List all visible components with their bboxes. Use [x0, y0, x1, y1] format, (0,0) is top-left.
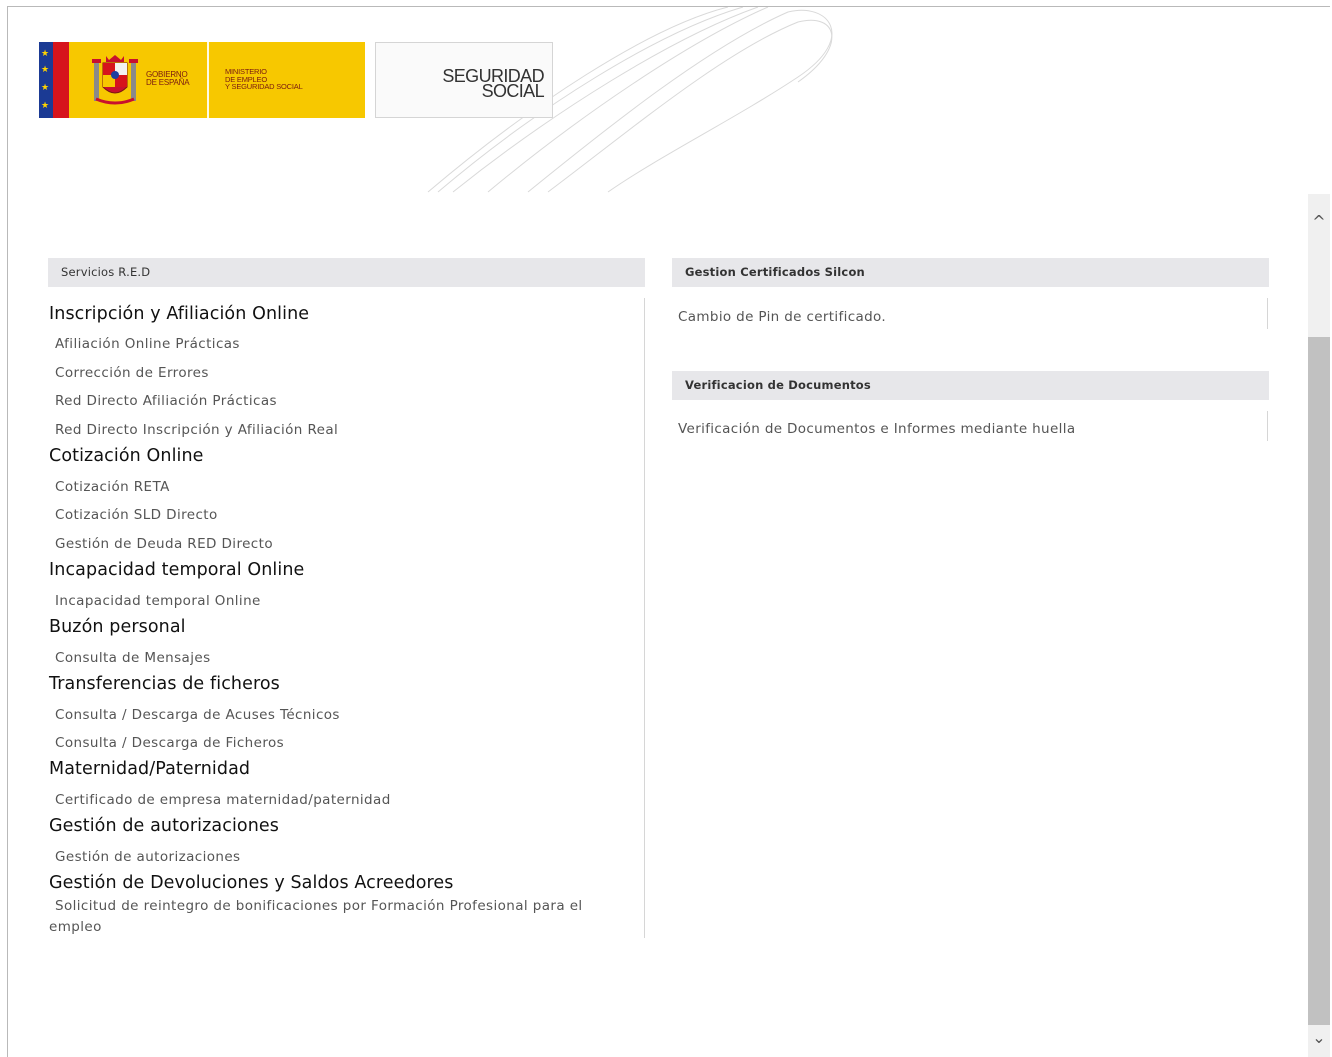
group-title-incapacidad: Incapacidad temporal Online	[49, 560, 305, 580]
scrollbar-thumb[interactable]	[1308, 337, 1330, 1025]
link-acuses-tecnicos[interactable]: Consulta / Descarga de Acuses Técnicos	[55, 707, 340, 723]
star-icon: ★	[41, 83, 50, 93]
gobierno-line2: DE ESPAÑA	[146, 78, 190, 87]
link-consulta-mensajes[interactable]: Consulta de Mensajes	[55, 650, 211, 666]
link-verificacion-huella[interactable]: Verificación de Documentos e Informes me…	[678, 421, 1075, 437]
seguridad-social-logo[interactable]: SEGURIDAD SOCIAL	[375, 42, 553, 118]
link-incapacidad-temporal[interactable]: Incapacidad temporal Online	[55, 593, 261, 609]
group-title-cotizacion: Cotización Online	[49, 446, 204, 466]
verificacion-documentos-header: Verificacion de Documentos	[672, 371, 1269, 400]
scroll-up-icon[interactable]: ^	[1308, 207, 1330, 237]
scroll-down-icon[interactable]: ⌄	[1308, 1023, 1330, 1053]
star-icon: ★	[41, 49, 50, 59]
gobierno-text: GOBIERNO DE ESPAÑA	[146, 71, 190, 87]
group-title-maternidad: Maternidad/Paternidad	[49, 759, 251, 779]
right-divider	[1267, 298, 1268, 329]
ministerio-line3: Y SEGURIDAD SOCIAL	[225, 82, 303, 91]
ministerio-text: MINISTERIO DE EMPLEO Y SEGURIDAD SOCIAL	[225, 68, 303, 91]
spain-flag-red-strip	[53, 42, 69, 118]
link-afiliacion-online-practicas[interactable]: Afiliación Online Prácticas	[55, 336, 240, 352]
link-gestion-autorizaciones[interactable]: Gestión de autorizaciones	[55, 849, 241, 865]
star-icon: ★	[41, 101, 50, 111]
link-gestion-deuda[interactable]: Gestión de Deuda RED Directo	[55, 536, 273, 552]
column-divider	[644, 298, 645, 938]
logo-divider	[207, 42, 209, 118]
coat-of-arms-icon	[92, 55, 138, 105]
link-correccion-errores[interactable]: Corrección de Errores	[55, 365, 209, 381]
link-reintegro-bonificaciones[interactable]: Solicitud de reintegro de bonificaciones…	[49, 896, 609, 938]
gestion-certificados-header: Gestion Certificados Silcon	[672, 258, 1269, 287]
group-title-inscripcion: Inscripción y Afiliación Online	[49, 304, 310, 324]
link-red-directo-inscripcion-real[interactable]: Red Directo Inscripción y Afiliación Rea…	[55, 422, 338, 438]
link-descarga-ficheros[interactable]: Consulta / Descarga de Ficheros	[55, 735, 284, 751]
group-title-buzon: Buzón personal	[49, 617, 186, 637]
gestion-certificados-title: Gestion Certificados Silcon	[685, 265, 865, 279]
link-cotizacion-reta[interactable]: Cotización RETA	[55, 479, 170, 495]
right-divider	[1267, 411, 1268, 441]
page-frame: ★ ★ ★ ★ GOBIERNO DE ESPAÑA MINISTERIO DE…	[7, 6, 1330, 1057]
ss-logo-text: SEGURIDAD SOCIAL	[442, 67, 545, 101]
link-cotizacion-sld[interactable]: Cotización SLD Directo	[55, 507, 218, 523]
gobierno-espana-logo: ★ ★ ★ ★ GOBIERNO DE ESPAÑA MINISTERIO DE…	[39, 42, 365, 118]
group-title-autorizaciones: Gestión de autorizaciones	[49, 816, 279, 836]
star-icon: ★	[41, 65, 50, 75]
ss-line2: SOCIAL	[481, 81, 545, 101]
servicios-red-header: Servicios R.E.D	[48, 258, 645, 287]
link-cambio-pin[interactable]: Cambio de Pin de certificado.	[678, 309, 886, 325]
group-title-transferencias: Transferencias de ficheros	[49, 674, 280, 694]
group-title-devoluciones: Gestión de Devoluciones y Saldos Acreedo…	[49, 873, 454, 893]
link-certificado-maternidad[interactable]: Certificado de empresa maternidad/patern…	[55, 792, 391, 808]
servicios-red-title: Servicios R.E.D	[61, 265, 151, 279]
link-red-directo-afiliacion-practicas[interactable]: Red Directo Afiliación Prácticas	[55, 393, 277, 409]
verificacion-documentos-title: Verificacion de Documentos	[685, 378, 871, 392]
